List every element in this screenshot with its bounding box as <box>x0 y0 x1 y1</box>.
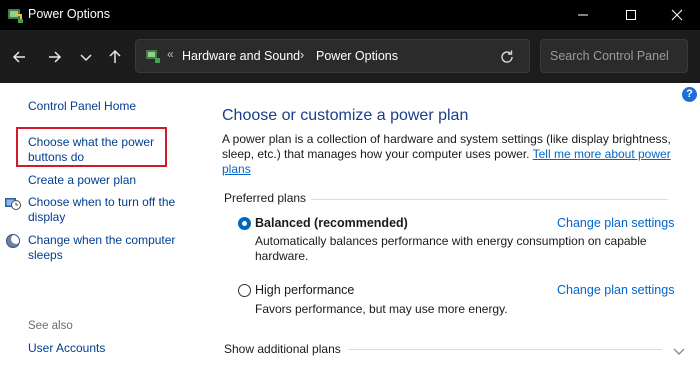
turn-off-display-link[interactable]: Choose when to turn off the display <box>28 195 183 225</box>
expand-chevron-button[interactable] <box>672 344 686 362</box>
intro-paragraph: A power plan is a collection of hardware… <box>222 132 682 177</box>
page-title: Choose or customize a power plan <box>222 107 469 124</box>
recent-locations-button[interactable] <box>75 46 97 68</box>
high-performance-plan-radio[interactable] <box>238 284 251 297</box>
high-performance-plan-description: Favors performance, but may use more ene… <box>255 302 508 316</box>
balanced-change-plan-link[interactable]: Change plan settings <box>557 216 674 230</box>
minimize-icon <box>578 14 588 16</box>
forward-button[interactable] <box>44 46 66 68</box>
computer-sleeps-link[interactable]: Change when the computer sleeps <box>28 233 183 263</box>
display-timer-icon <box>5 195 21 211</box>
arrow-up-icon <box>109 49 121 63</box>
back-button[interactable] <box>9 46 31 68</box>
user-accounts-link[interactable]: User Accounts <box>28 341 188 356</box>
minimize-button[interactable] <box>560 0 606 30</box>
search-box[interactable] <box>540 39 688 73</box>
breadcrumb-separator[interactable]: › <box>300 48 304 62</box>
power-options-app-icon <box>6 6 24 24</box>
overflow-chevron-icon[interactable]: « <box>167 47 174 61</box>
control-panel-icon <box>145 48 161 64</box>
control-panel-home-link[interactable]: Control Panel Home <box>28 99 188 114</box>
sidebar: Control Panel Home Choose what the power… <box>0 83 200 375</box>
see-also-label: See also <box>28 320 73 332</box>
help-button[interactable]: ? <box>682 87 697 102</box>
preferred-plans-label: Preferred plans <box>224 191 307 205</box>
sleep-moon-icon <box>5 233 21 249</box>
refresh-icon <box>501 50 513 63</box>
up-button[interactable] <box>104 46 126 68</box>
arrow-left-icon <box>12 51 25 63</box>
search-input[interactable] <box>541 40 687 72</box>
maximize-icon <box>626 10 636 20</box>
balanced-plan-name[interactable]: Balanced (recommended) <box>255 216 408 230</box>
refresh-button[interactable] <box>499 49 515 70</box>
create-power-plan-link[interactable]: Create a power plan <box>28 173 188 188</box>
high-performance-plan-name[interactable]: High performance <box>255 283 354 297</box>
balanced-plan-description: Automatically balances performance with … <box>255 234 647 263</box>
high-performance-change-plan-link[interactable]: Change plan settings <box>557 283 674 297</box>
balanced-plan-radio[interactable] <box>238 217 251 230</box>
title-bar: Power Options <box>0 0 700 30</box>
chevron-down-icon <box>673 348 685 355</box>
section-divider <box>311 199 668 200</box>
show-additional-plans-toggle[interactable]: Show additional plans <box>224 342 341 356</box>
navigation-bar: « Hardware and Sound › Power Options <box>0 30 700 83</box>
arrow-right-icon <box>49 51 62 63</box>
main-content: ? Choose or customize a power plan A pow… <box>200 83 700 375</box>
show-additional-divider <box>348 349 662 350</box>
breadcrumb-hardware-and-sound[interactable]: Hardware and Sound <box>182 49 300 63</box>
close-button[interactable] <box>654 0 700 30</box>
maximize-button[interactable] <box>608 0 654 30</box>
close-icon <box>671 9 683 21</box>
chevron-down-icon <box>80 54 92 62</box>
address-bar[interactable]: « Hardware and Sound › Power Options <box>135 39 530 73</box>
window-title: Power Options <box>28 7 110 21</box>
breadcrumb-power-options[interactable]: Power Options <box>316 49 398 63</box>
choose-power-buttons-link[interactable]: Choose what the power buttons do <box>28 135 163 165</box>
